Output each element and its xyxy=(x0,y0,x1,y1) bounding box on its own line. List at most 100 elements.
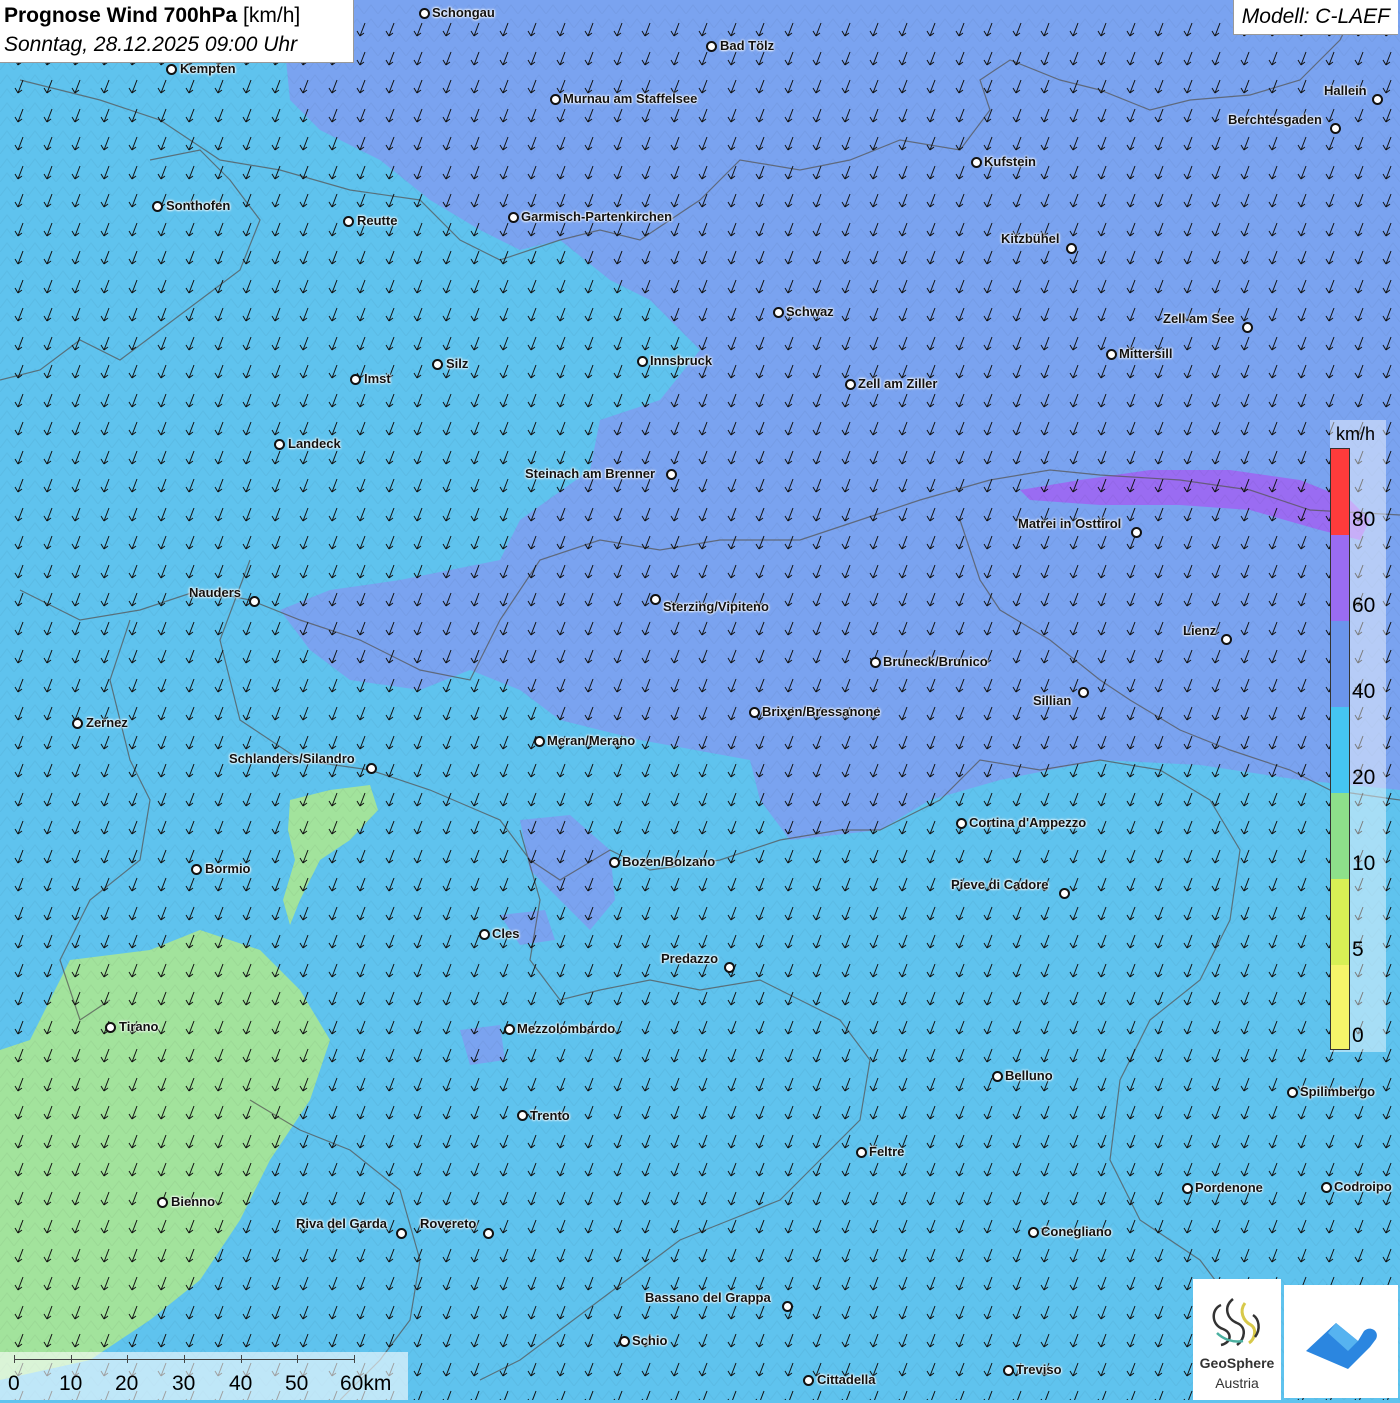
app-logo[interactable] xyxy=(1284,1285,1398,1398)
city-marker xyxy=(366,763,377,774)
city-label: Codroipo xyxy=(1334,1179,1392,1194)
scale-tick xyxy=(297,1355,298,1363)
city-marker xyxy=(1059,888,1070,899)
legend-segment xyxy=(1331,965,1349,1049)
city-label: Garmisch-Partenkirchen xyxy=(521,209,673,224)
city-label: Bormio xyxy=(205,861,251,876)
city-label: Brixen/Bressanone xyxy=(762,704,881,719)
city-label: Meran/Merano xyxy=(547,733,636,748)
title-box: Prognose Wind 700hPa [km/h] Sonntag, 28.… xyxy=(0,0,354,63)
city-marker xyxy=(517,1110,528,1121)
city-marker xyxy=(856,1147,867,1158)
city-marker xyxy=(534,736,545,747)
city-marker xyxy=(992,1071,1003,1082)
legend-unit: km/h xyxy=(1336,424,1376,444)
city-marker xyxy=(157,1197,168,1208)
logo-subtitle: Austria xyxy=(1215,1375,1259,1391)
city-label: Pordenone xyxy=(1195,1180,1263,1195)
city-label: Sterzing/Vipiteno xyxy=(663,599,769,614)
legend-color-bar xyxy=(1330,448,1350,1050)
city-label: Bruneck/Brunico xyxy=(883,654,988,669)
legend: km/h 80 60 40 20 10 5 0 xyxy=(1330,420,1386,1052)
city-label: Schwaz xyxy=(786,304,834,319)
city-label: Landeck xyxy=(288,436,341,451)
city-marker xyxy=(350,374,361,385)
scale-label: 20 xyxy=(115,1372,139,1395)
city-label: Schongau xyxy=(432,5,495,20)
city-label: Treviso xyxy=(1016,1362,1062,1377)
city-label: Kempten xyxy=(180,61,236,76)
legend-tick-label: 80 xyxy=(1352,508,1376,531)
city-label: Mittersill xyxy=(1119,346,1173,361)
city-label: Silz xyxy=(446,356,469,371)
city-label: Matrei in Osttirol xyxy=(1018,516,1122,531)
city-label: Bad Tölz xyxy=(720,38,775,53)
city-label: Schlanders/Silandro xyxy=(229,751,355,766)
city-label: Cittadella xyxy=(817,1372,876,1387)
city-label: Reutte xyxy=(357,213,398,228)
legend-segment xyxy=(1331,449,1349,535)
city-marker xyxy=(1287,1087,1298,1098)
legend-tick-label: 10 xyxy=(1352,852,1376,875)
geosphere-logo[interactable]: GeoSphere Austria xyxy=(1193,1279,1281,1400)
city-label: Riva del Garda xyxy=(296,1216,388,1231)
city-label: Zell am See xyxy=(1163,311,1235,326)
app-logo-icon xyxy=(1306,1323,1377,1369)
legend-tick-label: 5 xyxy=(1352,938,1364,961)
city-marker xyxy=(803,1375,814,1386)
city-marker xyxy=(724,962,735,973)
legend-segment xyxy=(1331,621,1349,707)
city-label: Lienz xyxy=(1183,623,1217,638)
city-marker xyxy=(504,1024,515,1035)
city-label: Sonthofen xyxy=(166,198,231,213)
city-marker xyxy=(1003,1365,1014,1376)
city-marker xyxy=(1131,527,1142,538)
legend-tick-label: 20 xyxy=(1352,766,1376,789)
city-label: Conegliano xyxy=(1041,1224,1112,1239)
scale-tick xyxy=(241,1355,242,1363)
city-marker xyxy=(1106,349,1117,360)
city-marker xyxy=(508,212,519,223)
scale-label: 60km xyxy=(340,1372,392,1395)
geosphere-emblem-icon xyxy=(1212,1298,1260,1347)
city-marker xyxy=(971,157,982,168)
city-marker xyxy=(479,929,490,940)
city-marker xyxy=(749,707,760,718)
city-marker xyxy=(343,216,354,227)
city-marker xyxy=(637,356,648,367)
city-label: Rovereto xyxy=(420,1216,477,1231)
city-label: Zernez xyxy=(86,715,128,730)
city-marker xyxy=(105,1022,116,1033)
city-marker xyxy=(249,596,260,607)
scale-label: 50 xyxy=(285,1372,309,1395)
legend-segment xyxy=(1331,793,1349,879)
city-marker xyxy=(650,594,661,605)
city-label: Bassano del Grappa xyxy=(645,1290,771,1305)
city-label: Bienno xyxy=(171,1194,216,1209)
city-label: Imst xyxy=(364,371,391,386)
forecast-datetime: Sonntag, 28.12.2025 09:00 Uhr xyxy=(4,33,298,56)
city-marker xyxy=(1330,123,1341,134)
city-label: Tirano xyxy=(119,1019,159,1034)
scale-tick xyxy=(14,1355,15,1363)
city-label: Cles xyxy=(492,926,520,941)
city-label: Feltre xyxy=(869,1144,905,1159)
city-marker xyxy=(396,1228,407,1239)
scale-label: 30 xyxy=(172,1372,196,1395)
city-marker xyxy=(166,64,177,75)
city-marker xyxy=(666,469,677,480)
city-marker xyxy=(782,1301,793,1312)
city-marker xyxy=(191,864,202,875)
city-label: Schio xyxy=(632,1333,668,1348)
legend-tick-label: 60 xyxy=(1352,594,1376,617)
city-label: Mezzolombardo xyxy=(517,1021,616,1036)
city-marker xyxy=(432,359,443,370)
city-label: Belluno xyxy=(1005,1068,1053,1083)
city-label: Nauders xyxy=(189,585,242,600)
scale-label: 10 xyxy=(59,1372,83,1395)
scale-bar: 0 10 20 30 40 50 60km xyxy=(0,1352,408,1400)
city-label: Cortina d'Ampezzo xyxy=(969,815,1087,830)
title-unit: [km/h] xyxy=(243,4,301,27)
legend-tick-label: 40 xyxy=(1352,680,1376,703)
city-marker xyxy=(845,379,856,390)
